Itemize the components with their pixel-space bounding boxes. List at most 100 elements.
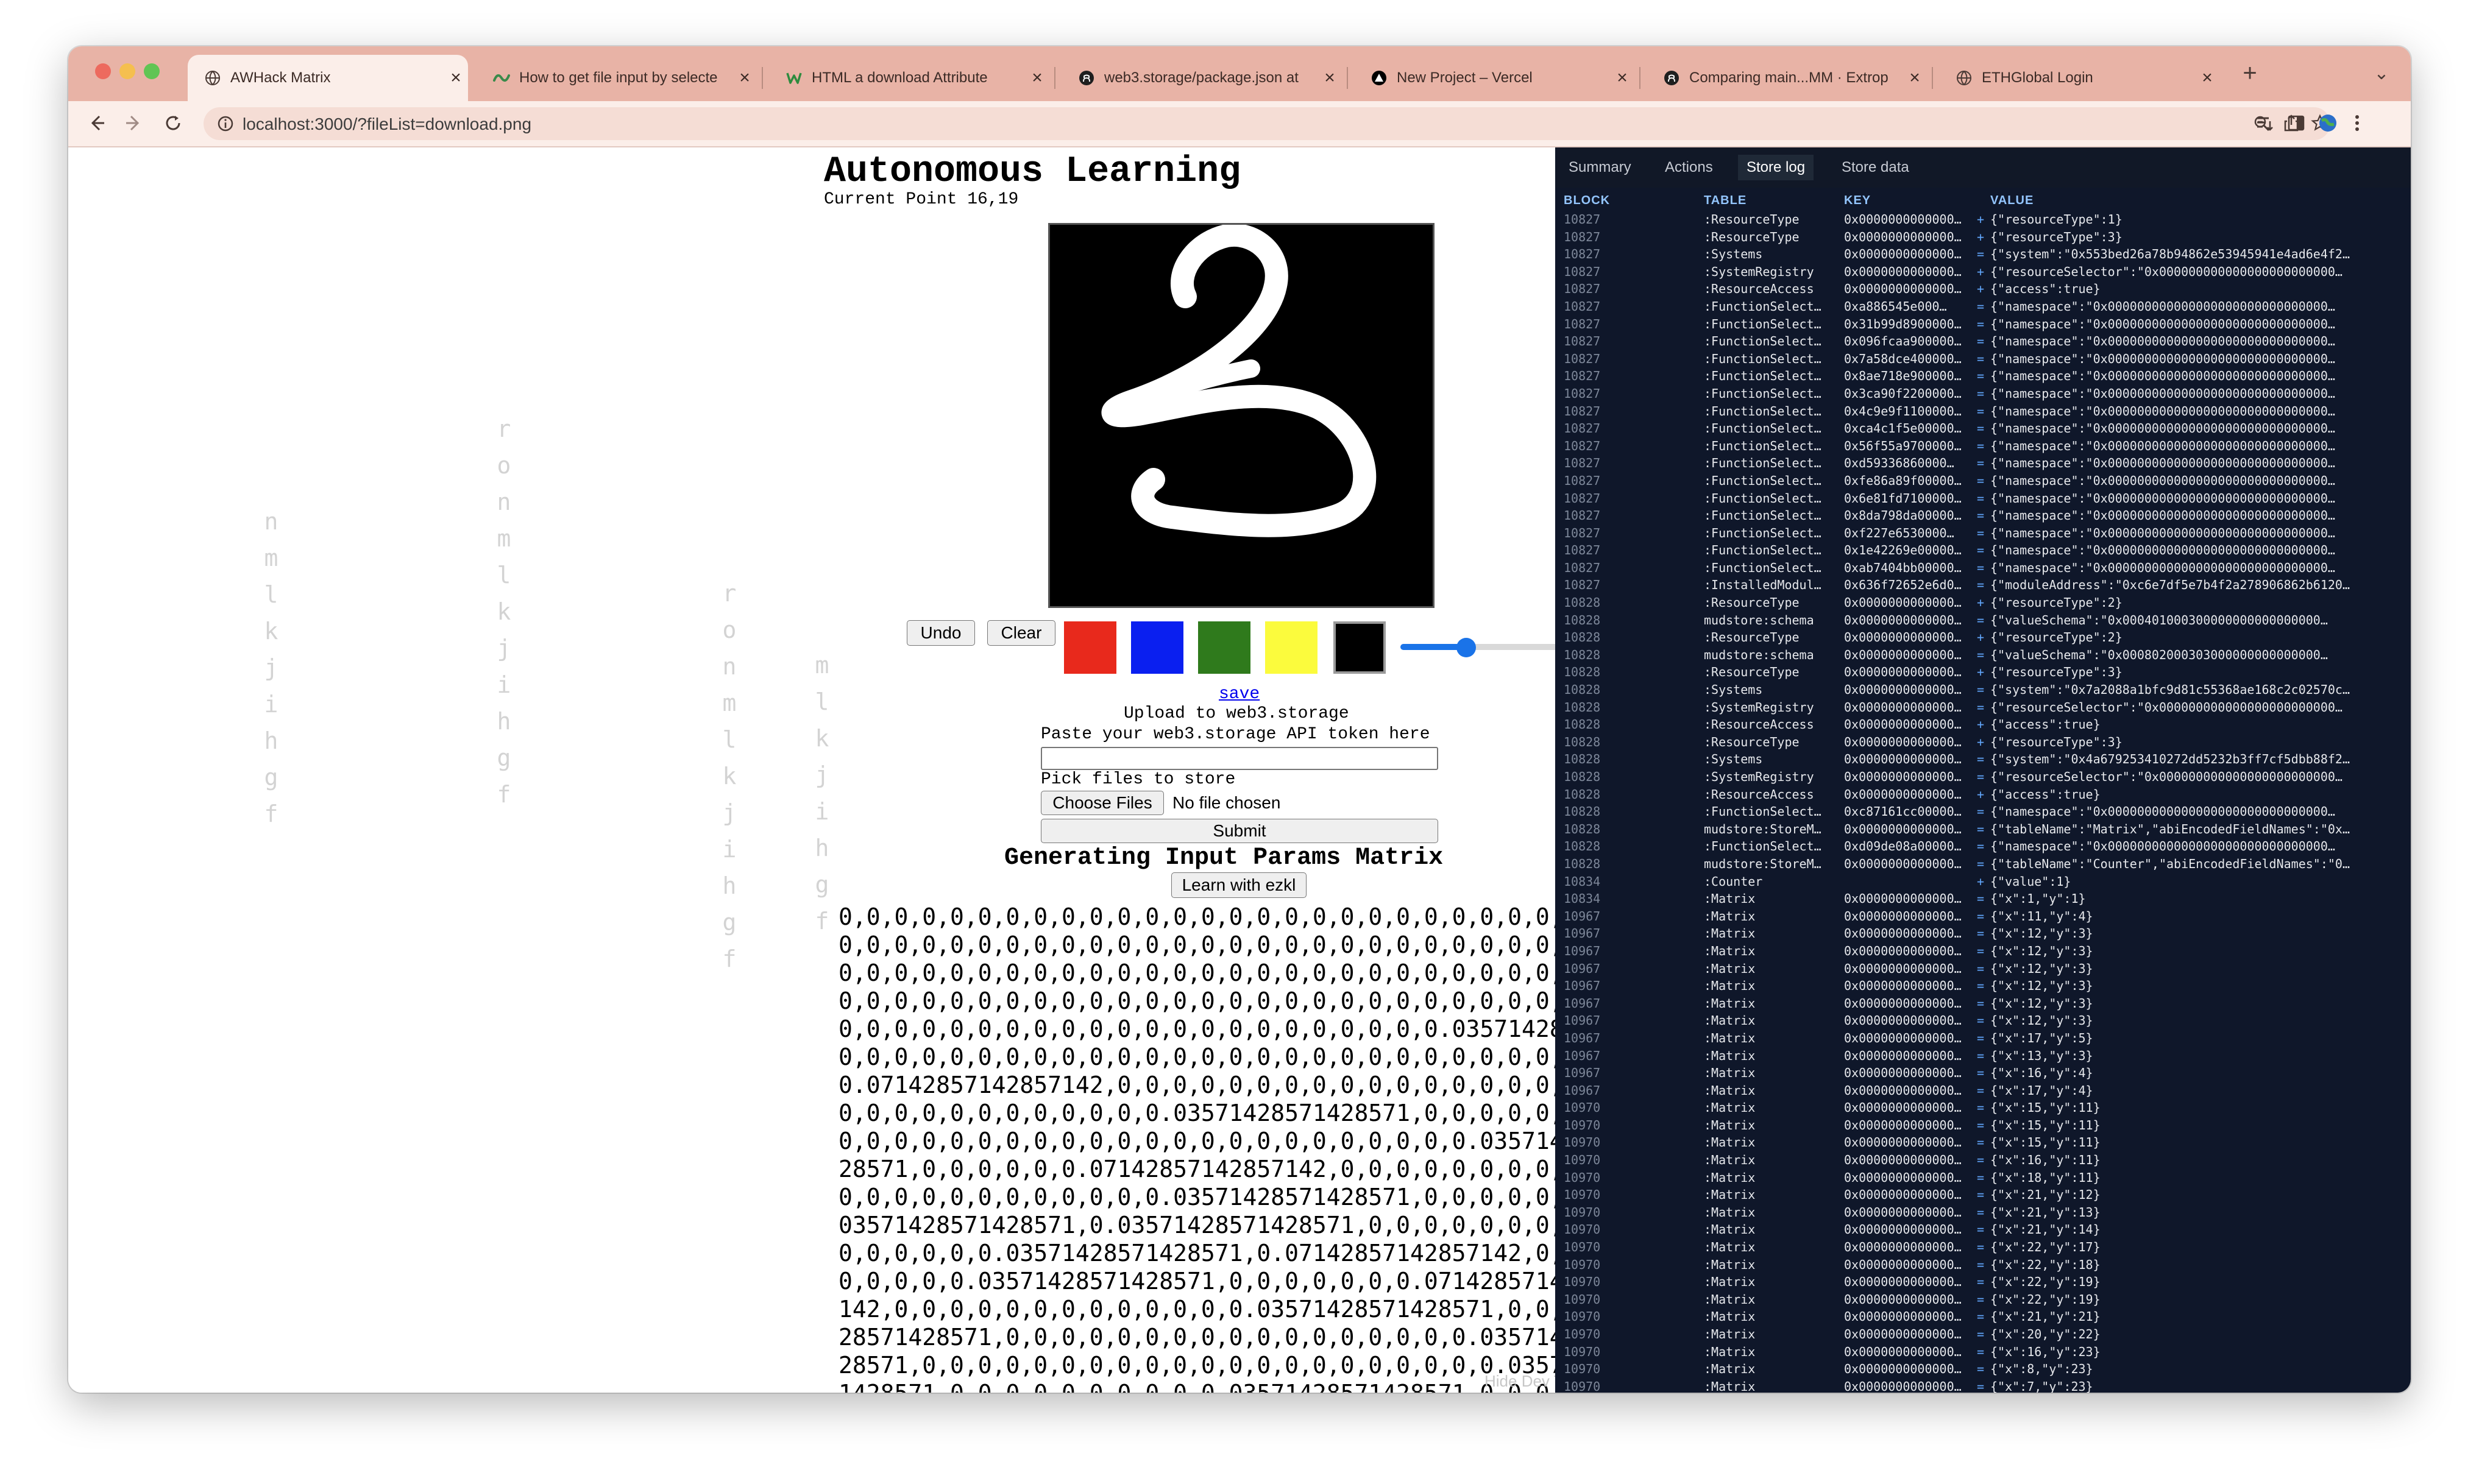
store-log-row[interactable]: 10827:ResourceAccess 0x0000000000000… + {"a… bbox=[1555, 280, 2411, 298]
tab-close-icon[interactable]: × bbox=[1610, 68, 1634, 88]
store-log-row[interactable]: 10970:Matrix 0x0000000000000… = {"x":22,"y"… bbox=[1555, 1291, 2411, 1309]
store-log-row[interactable]: 10827:FunctionSelect… 0xd59336860000… = {"n… bbox=[1555, 454, 2411, 472]
save-link[interactable]: save bbox=[1219, 685, 1260, 704]
color-swatch-green[interactable] bbox=[1198, 621, 1250, 674]
store-log-row[interactable]: 10967:Matrix 0x0000000000000… = {"x":12,"y"… bbox=[1555, 995, 2411, 1012]
store-log-row[interactable]: 10970:Matrix 0x0000000000000… = {"x":16,"y"… bbox=[1555, 1343, 2411, 1361]
store-log-row[interactable]: 10827:ResourceType 0x0000000000000… + {"res… bbox=[1555, 211, 2411, 228]
browser-tab[interactable]: AWHack Matrix × bbox=[188, 55, 468, 101]
dev-tools-tab-store-data[interactable]: Store data bbox=[1842, 155, 1909, 180]
dev-tools-tab-store-log[interactable]: Store log bbox=[1738, 155, 1814, 180]
brush-size-slider-thumb[interactable] bbox=[1456, 638, 1476, 657]
close-window-button[interactable] bbox=[95, 63, 111, 79]
store-log-row[interactable]: 10827:FunctionSelect… 0x096fcaa900000… = {"… bbox=[1555, 333, 2411, 350]
store-log-row[interactable]: 10970:Matrix 0x0000000000000… = {"x":22,"y"… bbox=[1555, 1256, 2411, 1274]
store-log-row[interactable]: 10970:Matrix 0x0000000000000… = {"x":15,"y"… bbox=[1555, 1134, 2411, 1151]
store-log-row[interactable]: 10970:Matrix 0x0000000000000… = {"x":16,"y"… bbox=[1555, 1151, 2411, 1169]
new-tab-button[interactable]: + bbox=[2238, 60, 2262, 87]
store-log-row[interactable]: 10967:Matrix 0x0000000000000… = {"x":11,"y"… bbox=[1555, 908, 2411, 925]
tab-close-icon[interactable]: × bbox=[1903, 68, 1927, 88]
dev-tools-tab-actions[interactable]: Actions bbox=[1665, 155, 1713, 180]
store-log-row[interactable]: 10967:Matrix 0x0000000000000… = {"x":13,"y"… bbox=[1555, 1047, 2411, 1065]
store-log-row[interactable]: 10967:Matrix 0x0000000000000… = {"x":12,"y"… bbox=[1555, 960, 2411, 978]
address-bar[interactable]: localhost:3000/?fileList=download.png bbox=[204, 107, 2330, 140]
store-log-row[interactable]: 10827:FunctionSelect… 0x6e81fd7100000… = {"… bbox=[1555, 490, 2411, 507]
profile-avatar-icon[interactable] bbox=[2316, 111, 2340, 135]
browser-tab[interactable]: web3.storage/package.json at × bbox=[1062, 55, 1342, 101]
browser-tab[interactable]: New Project – Vercel × bbox=[1354, 55, 1634, 101]
tab-close-icon[interactable]: × bbox=[444, 68, 468, 88]
store-log-row[interactable]: 10967:Matrix 0x0000000000000… = {"x":12,"y"… bbox=[1555, 925, 2411, 942]
browser-tab[interactable]: HTML a download Attribute × bbox=[769, 55, 1049, 101]
store-log-row[interactable]: 10827:FunctionSelect… 0x1e42269e00000… = {"… bbox=[1555, 542, 2411, 559]
store-log-row[interactable]: 10827:ResourceType 0x0000000000000… + {"res… bbox=[1555, 228, 2411, 246]
store-log-row[interactable]: 10967:Matrix 0x0000000000000… = {"x":12,"y"… bbox=[1555, 942, 2411, 960]
clear-button[interactable]: Clear bbox=[987, 620, 1055, 646]
store-log-row[interactable]: 10828:ResourceType 0x0000000000000… + {"res… bbox=[1555, 663, 2411, 681]
store-log-row[interactable]: 10970:Matrix 0x0000000000000… = {"x":18,"y"… bbox=[1555, 1169, 2411, 1187]
store-log-row[interactable]: 10970:Matrix 0x0000000000000… = {"x":22,"y"… bbox=[1555, 1238, 2411, 1256]
store-log-row[interactable]: 10828:ResourceAccess 0x0000000000000… + {"a… bbox=[1555, 786, 2411, 804]
store-log-row[interactable]: 10828:FunctionSelect… 0xc87161cc00000… = {"… bbox=[1555, 803, 2411, 821]
store-log-row[interactable]: 10827:Systems 0x0000000000000… = {"system":… bbox=[1555, 246, 2411, 263]
tab-close-icon[interactable]: × bbox=[1318, 68, 1342, 88]
browser-tab[interactable]: ETHGlobal Login × bbox=[1939, 55, 2219, 101]
store-log-row[interactable]: 10827:FunctionSelect… 0xa886545e000… = {"na… bbox=[1555, 298, 2411, 316]
drawing-canvas[interactable] bbox=[1048, 223, 1435, 608]
store-log-row[interactable]: 10828 mudstore:schema 0x0000000000000… = {"v… bbox=[1555, 612, 2411, 629]
store-log-row[interactable]: 10967:Matrix 0x0000000000000… = {"x":17,"y"… bbox=[1555, 1030, 2411, 1047]
color-swatch-blue[interactable] bbox=[1131, 621, 1183, 674]
store-log-row[interactable]: 10970:Matrix 0x0000000000000… = {"x":21,"y"… bbox=[1555, 1221, 2411, 1238]
store-log-row[interactable]: 10827:FunctionSelect… 0x4c9e9f1100000… = {"… bbox=[1555, 403, 2411, 420]
site-info-icon[interactable] bbox=[217, 115, 234, 132]
browser-tab[interactable]: Comparing main...MM · Extrop × bbox=[1647, 55, 1927, 101]
store-log-row[interactable]: 10828 mudstore:StoreM… 0x0000000000000… = {"… bbox=[1555, 855, 2411, 873]
tab-close-icon[interactable]: × bbox=[2195, 68, 2219, 88]
store-log-row[interactable]: 10827:FunctionSelect… 0x7a58dce400000… = {"… bbox=[1555, 350, 2411, 368]
store-log-row[interactable]: 10827:FunctionSelect… 0x31b99d8900000… = {"… bbox=[1555, 316, 2411, 333]
reading-list-icon[interactable] bbox=[2252, 111, 2277, 135]
tab-close-icon[interactable]: × bbox=[1025, 68, 1049, 88]
store-log-row[interactable]: 10834:Counter + {"value":1} bbox=[1555, 873, 2411, 891]
store-log-row[interactable]: 10828:Systems 0x0000000000000… = {"system":… bbox=[1555, 751, 2411, 768]
store-log-row[interactable]: 10828:ResourceAccess 0x0000000000000… + {"a… bbox=[1555, 716, 2411, 733]
store-log-row[interactable]: 10967:Matrix 0x0000000000000… = {"x":17,"y"… bbox=[1555, 1082, 2411, 1100]
store-log-row[interactable]: 10970:Matrix 0x0000000000000… = {"x":8,"y":… bbox=[1555, 1360, 2411, 1378]
color-swatch-red[interactable] bbox=[1064, 621, 1116, 674]
store-log-row[interactable]: 10970:Matrix 0x0000000000000… = {"x":20,"y"… bbox=[1555, 1326, 2411, 1343]
store-log-row[interactable]: 10828:ResourceType 0x0000000000000… + {"res… bbox=[1555, 629, 2411, 646]
store-log-row[interactable]: 10827:FunctionSelect… 0x8ae718e900000… = {"… bbox=[1555, 367, 2411, 385]
store-log-row[interactable]: 10970:Matrix 0x0000000000000… = {"x":15,"y"… bbox=[1555, 1117, 2411, 1134]
store-log-row[interactable]: 10827:FunctionSelect… 0xab7404bb00000… = {"… bbox=[1555, 559, 2411, 577]
store-log-row[interactable]: 10827:InstalledModul… 0x636f72652e6d0… = {"… bbox=[1555, 576, 2411, 594]
tab-close-icon[interactable]: × bbox=[732, 68, 757, 88]
store-log-row[interactable]: 10827:FunctionSelect… 0xca4c1f5e00000… = {"… bbox=[1555, 420, 2411, 437]
store-log-row[interactable]: 10967:Matrix 0x0000000000000… = {"x":16,"y"… bbox=[1555, 1064, 2411, 1082]
side-panel-icon[interactable] bbox=[2284, 111, 2308, 135]
store-log-row[interactable]: 10828 mudstore:StoreM… 0x0000000000000… = {"… bbox=[1555, 821, 2411, 838]
store-log-row[interactable]: 10828:ResourceType 0x0000000000000… + {"res… bbox=[1555, 733, 2411, 751]
store-log-row[interactable]: 10827:FunctionSelect… 0x3ca90f2200000… = {"… bbox=[1555, 385, 2411, 403]
store-log-row[interactable]: 10967:Matrix 0x0000000000000… = {"x":12,"y"… bbox=[1555, 1012, 2411, 1030]
store-log-row[interactable]: 10970:Matrix 0x0000000000000… = {"x":22,"y"… bbox=[1555, 1273, 2411, 1291]
submit-button[interactable]: Submit bbox=[1041, 819, 1438, 843]
dev-tools-tab-summary[interactable]: Summary bbox=[1569, 155, 1631, 180]
store-log-row[interactable]: 10970:Matrix 0x0000000000000… = {"x":21,"y"… bbox=[1555, 1204, 2411, 1221]
zoom-window-button[interactable] bbox=[144, 63, 160, 79]
forward-icon[interactable] bbox=[122, 111, 146, 135]
learn-with-ezkl-button[interactable]: Learn with ezkl bbox=[1171, 872, 1307, 898]
store-log-row[interactable]: 10828:SystemRegistry 0x0000000000000… = {"r… bbox=[1555, 768, 2411, 786]
color-swatch-black[interactable] bbox=[1333, 621, 1386, 674]
store-log-row[interactable]: 10970:Matrix 0x0000000000000… = {"x":21,"y"… bbox=[1555, 1308, 2411, 1326]
store-log-row[interactable]: 10828:SystemRegistry 0x0000000000000… = {"r… bbox=[1555, 699, 2411, 716]
store-log-row[interactable]: 10827:FunctionSelect… 0xfe86a89f00000… = {"… bbox=[1555, 472, 2411, 490]
store-log-row[interactable]: 10828 mudstore:schema 0x0000000000000… = {"v… bbox=[1555, 646, 2411, 664]
store-log-row[interactable]: 10967:Matrix 0x0000000000000… = {"x":12,"y"… bbox=[1555, 977, 2411, 995]
store-log-row[interactable]: 10970:Matrix 0x0000000000000… = {"x":15,"y"… bbox=[1555, 1099, 2411, 1117]
store-log-row[interactable]: 10828:ResourceType 0x0000000000000… + {"res… bbox=[1555, 594, 2411, 612]
tab-search-button[interactable]: ⌄ bbox=[2369, 61, 2394, 85]
color-swatch-yellow[interactable] bbox=[1265, 621, 1318, 674]
reload-icon[interactable] bbox=[161, 111, 185, 135]
store-log-row[interactable]: 10827:FunctionSelect… 0xf227e6530000… = {"n… bbox=[1555, 525, 2411, 542]
store-log-row[interactable]: 10828:Systems 0x0000000000000… = {"system":… bbox=[1555, 681, 2411, 699]
